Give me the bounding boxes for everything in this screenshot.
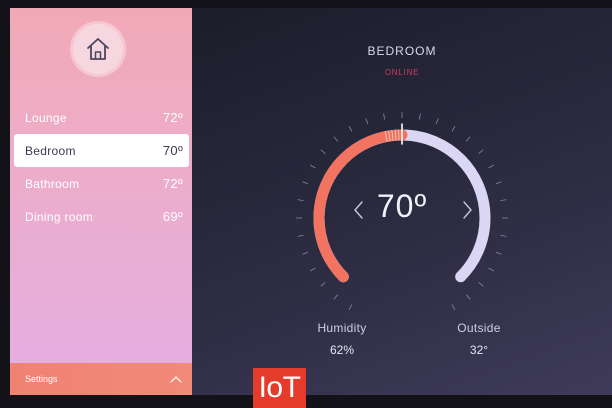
dial-tick	[310, 164, 316, 169]
room-item-bedroom[interactable]: Bedroom 70º	[14, 134, 189, 167]
chevron-right-icon[interactable]	[460, 200, 474, 220]
room-name: Lounge	[25, 110, 67, 125]
dial-tick	[478, 149, 484, 155]
settings-button[interactable]: Settings	[10, 363, 192, 395]
room-temperature: 72º	[162, 110, 183, 125]
dial-tick	[451, 126, 456, 132]
humidity-value: 62%	[329, 343, 355, 357]
setpoint-temperature: 70º	[376, 188, 428, 224]
humidity-label: Humidity	[317, 321, 367, 335]
dial-tick	[418, 113, 421, 120]
status-badge: ONLINE	[384, 68, 420, 77]
room-name: Bedroom	[25, 143, 76, 158]
dial-tick	[320, 149, 326, 155]
dial-tick	[478, 281, 484, 287]
room-name: Dining room	[25, 209, 93, 224]
dial-tick	[435, 118, 439, 125]
dial-tick	[302, 251, 309, 255]
dial-tick	[500, 199, 507, 202]
chevron-up-icon	[170, 376, 182, 383]
dial-tick	[302, 181, 309, 185]
dial-tick	[348, 304, 353, 310]
dial-tick	[383, 113, 386, 120]
thermostat-app: Lounge 72º Bedroom 70º Bathroom 72º Dini…	[10, 8, 612, 395]
dial-tick	[348, 126, 353, 132]
settings-label: Settings	[25, 374, 58, 384]
dial-tick	[465, 136, 471, 142]
thermostat-panel: BEDROOM ONLINE 70º Humidity 62% Outside …	[192, 8, 612, 395]
dial-tick	[297, 234, 304, 237]
room-item-dining-room[interactable]: Dining room 69º	[14, 200, 189, 233]
humidity-stat: Humidity 62%	[302, 321, 382, 357]
room-temperature: 69º	[162, 209, 183, 224]
home-button[interactable]	[73, 24, 123, 74]
room-item-lounge[interactable]: Lounge 72º	[14, 101, 189, 134]
outside-value: 32°	[469, 343, 489, 357]
dial-tick	[465, 294, 471, 300]
dial-tick	[495, 181, 502, 185]
sidebar: Lounge 72º Bedroom 70º Bathroom 72º Dini…	[10, 8, 192, 395]
outside-label: Outside	[457, 321, 501, 335]
room-temperature: 70º	[162, 143, 183, 158]
room-item-bathroom[interactable]: Bathroom 72º	[14, 167, 189, 200]
dial-tick	[333, 294, 339, 300]
home-icon	[87, 38, 109, 60]
dial-tick	[365, 118, 369, 125]
dial-tick	[495, 251, 502, 255]
dial-tick	[297, 199, 304, 202]
room-temperature: 72º	[162, 176, 183, 191]
dial-tick	[488, 164, 494, 169]
window-frame: Lounge 72º Bedroom 70º Bathroom 72º Dini…	[0, 0, 612, 408]
dial-tick	[451, 304, 456, 310]
outside-stat: Outside 32°	[439, 321, 519, 357]
room-title: BEDROOM	[367, 44, 437, 58]
dial-tick	[488, 267, 494, 272]
room-name: Bathroom	[25, 176, 80, 191]
iot-logo: IoT	[253, 368, 306, 408]
dial-tick	[320, 281, 326, 287]
dial-tick	[500, 234, 507, 237]
dial-tick	[310, 267, 316, 272]
room-list: Lounge 72º Bedroom 70º Bathroom 72º Dini…	[14, 101, 189, 233]
dial-tick	[333, 136, 339, 142]
